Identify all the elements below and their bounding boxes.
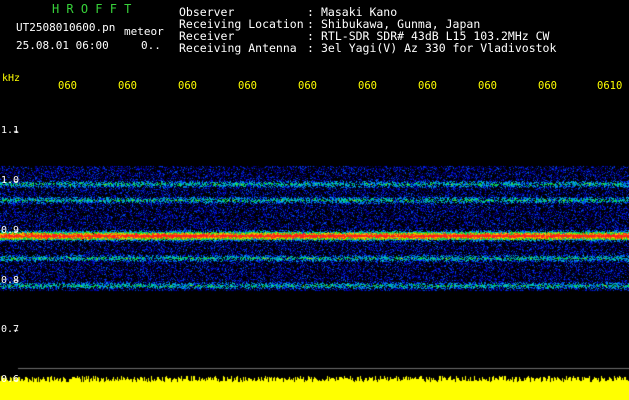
freq-tick-label: 0.7 <box>1 324 20 335</box>
freq-tick-label: 0.8 <box>1 275 20 286</box>
time-tick-label: 060 <box>238 80 257 92</box>
freq-tick-label: 1.1 <box>1 125 20 136</box>
file-tag: meteor <box>124 25 164 38</box>
info-separator: : <box>307 41 314 55</box>
time-tick-label: 060 <box>118 80 137 92</box>
time-tick-label: 060 <box>418 80 437 92</box>
info-label: Receiving Antenna <box>179 41 297 55</box>
info-receiving-antenna: Receiving Antenna:3el Yagi(V) Az 330 for… <box>179 42 556 54</box>
file-name: UT2508010600.pn <box>16 21 116 34</box>
app-title: HROFFT <box>52 2 139 16</box>
header-panel: HROFFT UT2508010600.pn meteor 25.08.01 0… <box>0 0 629 80</box>
freq-tick-label: 0.6 <box>1 374 20 385</box>
frequency-unit-label: kHz <box>2 73 21 84</box>
time-tick-label: 060 <box>538 80 557 92</box>
info-value: 3el Yagi(V) Az 330 for Vladivostok <box>321 41 557 55</box>
freq-tick-label: 1.0 <box>1 175 20 186</box>
time-tick-label: 060 <box>358 80 377 92</box>
time-tick-label: 060 <box>58 80 77 92</box>
time-tick-label: 060 <box>478 80 497 92</box>
time-tick-label: 0610 <box>597 80 623 92</box>
time-tick-label: 060 <box>178 80 197 92</box>
date-time: 25.08.01 06:00 <box>16 39 109 52</box>
hrofft-window: HROFFT UT2508010600.pn meteor 25.08.01 0… <box>0 0 629 400</box>
event-counter: 0.. <box>141 39 161 52</box>
time-tick-label: 060 <box>298 80 317 92</box>
freq-tick-label: 0.9 <box>1 225 20 236</box>
